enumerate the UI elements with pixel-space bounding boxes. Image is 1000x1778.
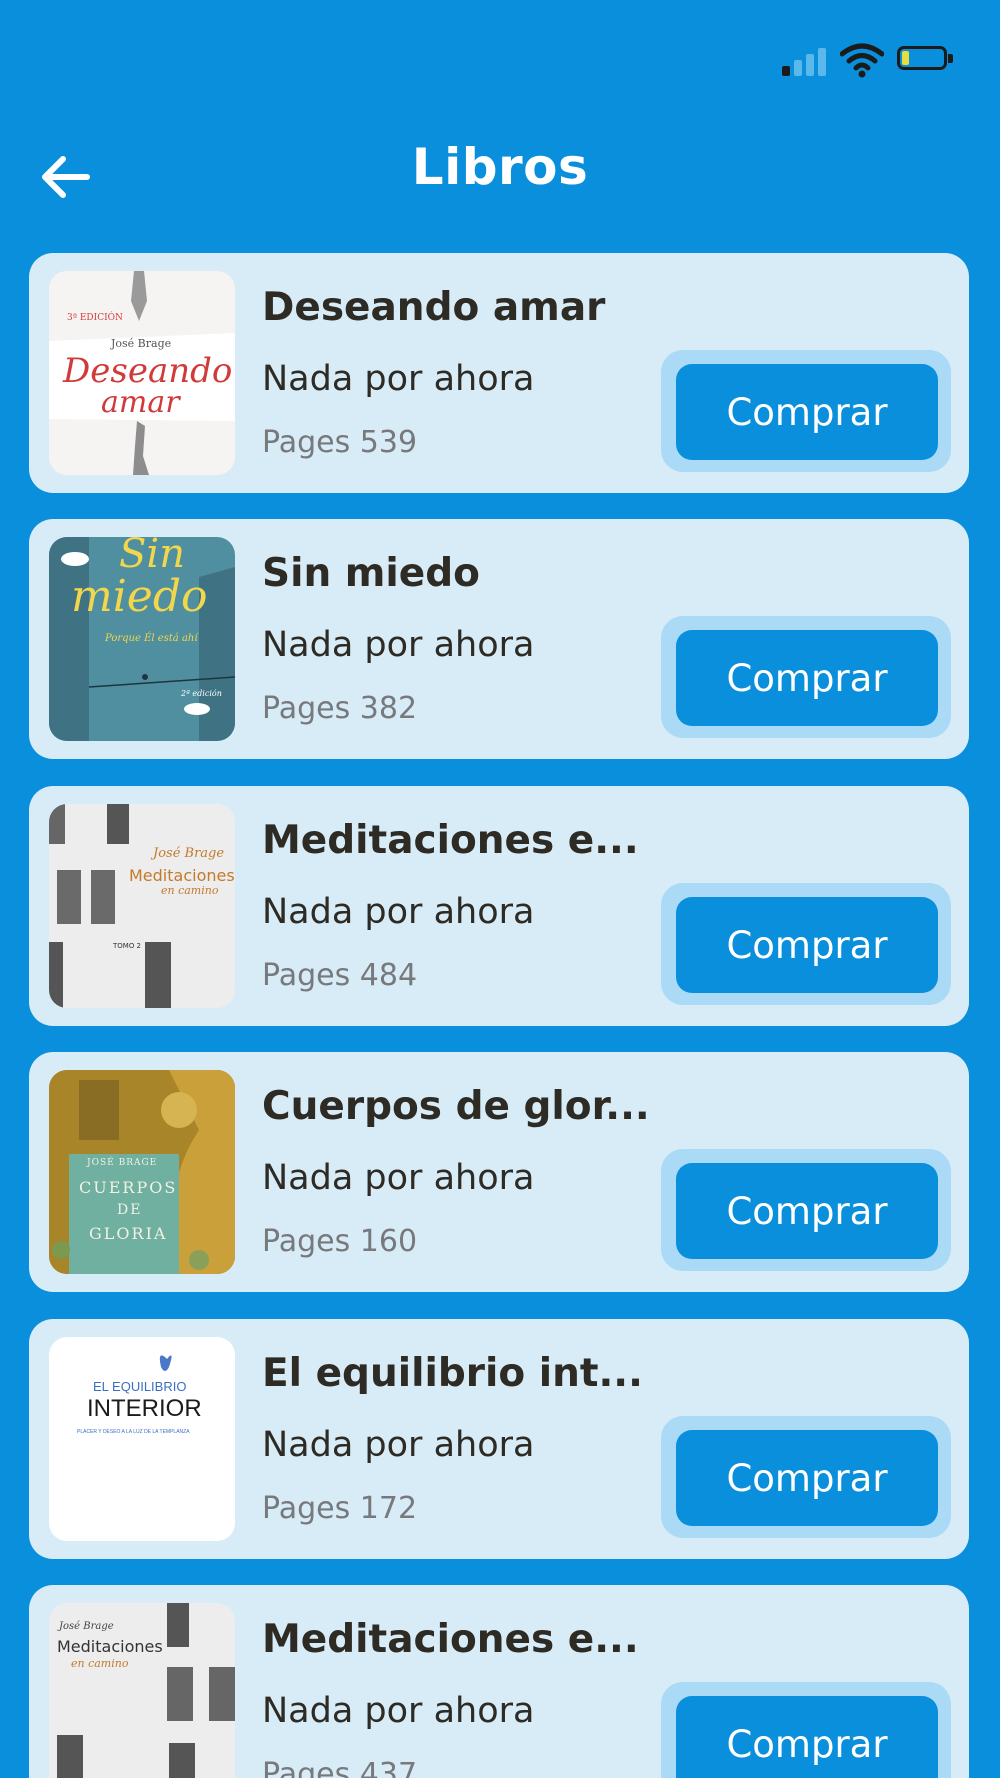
book-title: Cuerpos de glor...	[262, 1084, 650, 1129]
book-cover: JOSÉ BRAGE CUERPOS DE GLORIA	[49, 1070, 235, 1274]
book-card[interactable]: JOSÉ BRAGE CUERPOS DE GLORIA Cuerpos de …	[29, 1052, 969, 1292]
cellular-signal-icon	[782, 46, 828, 76]
buy-button[interactable]: Comprar	[676, 364, 938, 460]
book-pages: Pages 382	[262, 691, 418, 726]
book-card[interactable]: José Brage Meditaciones en camino Medita…	[29, 1585, 969, 1778]
wifi-icon	[839, 42, 885, 78]
book-card[interactable]: EL EQUILIBRIO INTERIOR PLACER Y DESEO A …	[29, 1319, 969, 1559]
book-status: Nada por ahora	[262, 625, 535, 665]
app-header: Libros	[0, 110, 1000, 230]
book-card[interactable]: José Brage Meditaciones en camino TOMO 2…	[29, 786, 969, 1026]
book-pages: Pages 484	[262, 958, 418, 993]
buy-button-wrapper: Comprar	[661, 616, 951, 738]
book-pages: Pages 437	[262, 1757, 418, 1778]
buy-button-wrapper: Comprar	[661, 350, 951, 472]
book-card[interactable]: Sin miedo Porque Él está ahí 2ª edición …	[29, 519, 969, 759]
status-bar	[0, 0, 1000, 110]
buy-button-wrapper: Comprar	[661, 883, 951, 1005]
buy-button-wrapper: Comprar	[661, 1416, 951, 1538]
buy-button[interactable]: Comprar	[676, 897, 938, 993]
book-pages: Pages 539	[262, 425, 418, 460]
book-pages: Pages 160	[262, 1224, 418, 1259]
book-cover: 3ª EDICIÓN José Brage Deseando amar	[49, 271, 235, 475]
book-cover: José Brage Meditaciones en camino	[49, 1603, 235, 1778]
book-status: Nada por ahora	[262, 1158, 535, 1198]
book-title: El equilibrio int...	[262, 1351, 643, 1396]
buy-button[interactable]: Comprar	[676, 630, 938, 726]
book-cover: Sin miedo Porque Él está ahí 2ª edición	[49, 537, 235, 741]
book-cover: EL EQUILIBRIO INTERIOR PLACER Y DESEO A …	[49, 1337, 235, 1541]
battery-icon	[897, 46, 955, 74]
book-title: Meditaciones e...	[262, 818, 639, 863]
book-cover: José Brage Meditaciones en camino TOMO 2	[49, 804, 235, 1008]
buy-button[interactable]: Comprar	[676, 1696, 938, 1778]
app-screen: Libros 3ª EDICIÓN José Brage Deseando am…	[0, 0, 1000, 1778]
book-title: Meditaciones e...	[262, 1617, 639, 1662]
book-title: Deseando amar	[262, 285, 606, 330]
book-status: Nada por ahora	[262, 359, 535, 399]
book-card[interactable]: 3ª EDICIÓN José Brage Deseando amar Dese…	[29, 253, 969, 493]
buy-button-wrapper: Comprar	[661, 1682, 951, 1778]
book-status: Nada por ahora	[262, 1691, 535, 1731]
book-title: Sin miedo	[262, 551, 480, 596]
book-pages: Pages 172	[262, 1491, 418, 1526]
buy-button[interactable]: Comprar	[676, 1163, 938, 1259]
book-status: Nada por ahora	[262, 1425, 535, 1465]
buy-button[interactable]: Comprar	[676, 1430, 938, 1526]
buy-button-wrapper: Comprar	[661, 1149, 951, 1271]
page-title: Libros	[411, 138, 589, 196]
book-status: Nada por ahora	[262, 892, 535, 932]
